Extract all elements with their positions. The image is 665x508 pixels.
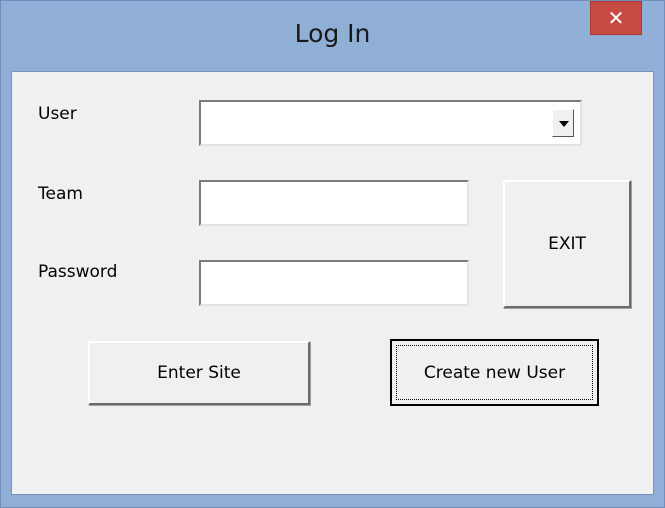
exit-button-label: EXIT: [548, 234, 586, 254]
password-label: Password: [38, 262, 118, 282]
window-title: Log In: [294, 19, 371, 48]
enter-site-label: Enter Site: [157, 363, 241, 383]
exit-button[interactable]: EXIT: [503, 180, 631, 308]
user-label: User: [38, 104, 77, 124]
team-field[interactable]: [199, 180, 469, 226]
password-field[interactable]: [199, 260, 469, 306]
user-dropdown-button[interactable]: [552, 109, 574, 137]
enter-site-button[interactable]: Enter Site: [88, 341, 310, 405]
close-icon: ✕: [607, 6, 625, 30]
dropdown-arrow-icon: [559, 121, 569, 127]
title-bar[interactable]: Log In ✕: [1, 1, 664, 71]
create-new-user-button[interactable]: Create new User: [390, 339, 599, 406]
user-combobox[interactable]: [199, 100, 582, 146]
close-button[interactable]: ✕: [590, 1, 642, 35]
focus-rectangle: [396, 345, 593, 400]
login-window: Log In ✕ User Team Password EXIT Enter S…: [0, 0, 665, 508]
form-panel: User Team Password EXIT Enter Site Creat…: [11, 71, 654, 495]
team-label: Team: [38, 184, 83, 204]
